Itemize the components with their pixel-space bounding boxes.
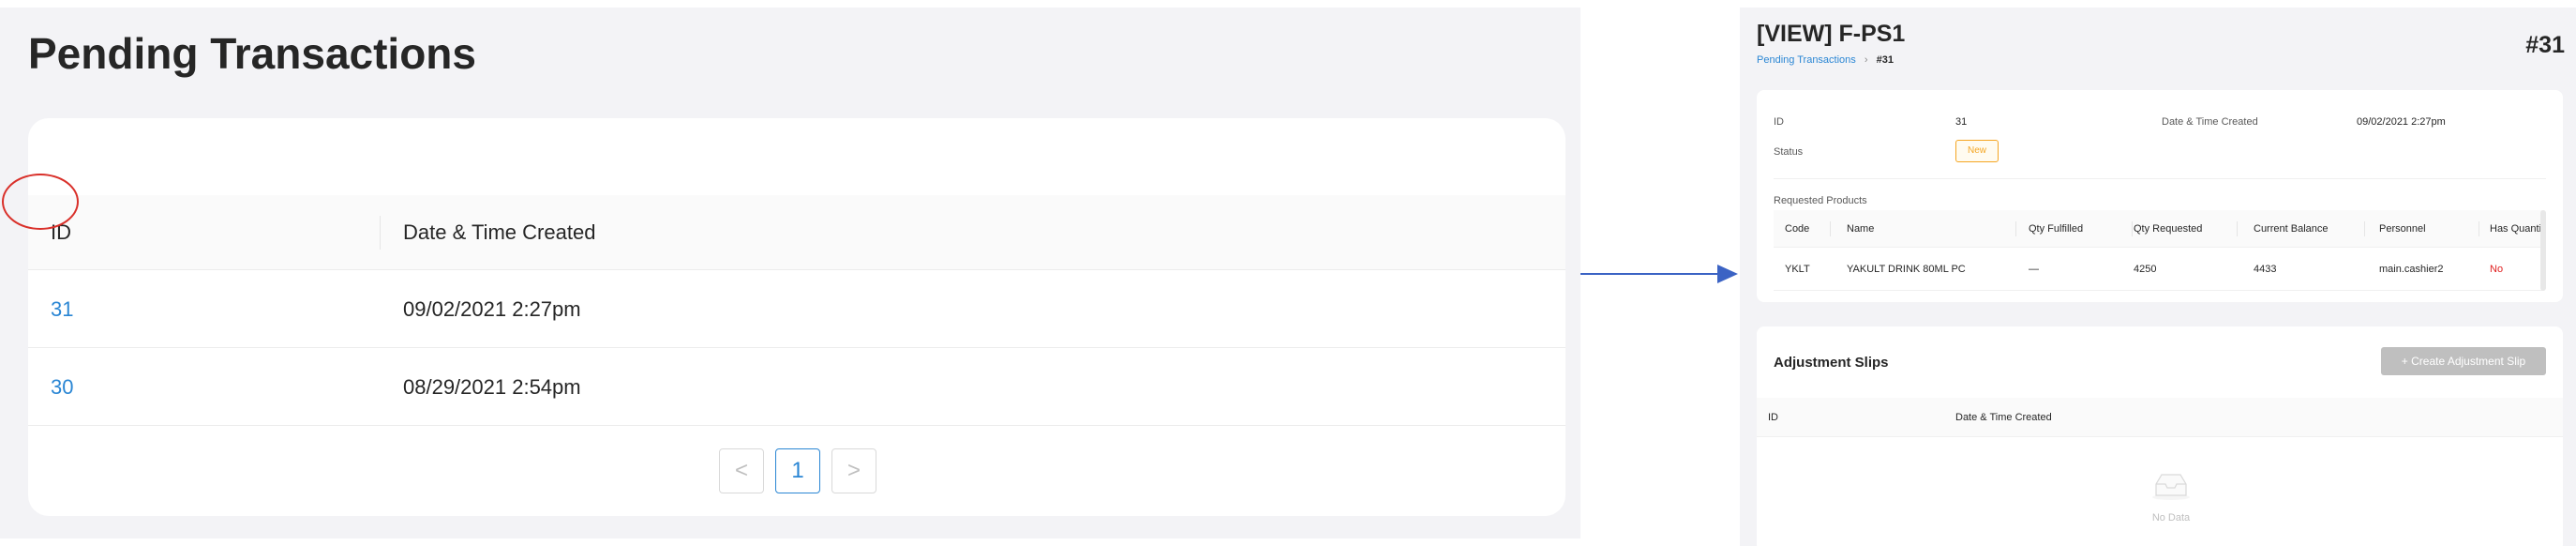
table-header: ID Date & Time Created — [28, 195, 1565, 270]
transaction-date: 08/29/2021 2:54pm — [403, 375, 581, 399]
empty-state-text: No Data — [2151, 512, 2191, 523]
transactions-table-card: ID Date & Time Created 31 09/02/2021 2:2… — [28, 118, 1565, 516]
table-header: Code Name Qty Fulfilled Qty Requested Cu… — [1774, 210, 2542, 248]
id-value: 31 — [1955, 116, 1968, 128]
status-label: Status — [1774, 146, 1804, 158]
breadcrumb-parent-link[interactable]: Pending Transactions — [1757, 54, 1856, 66]
pagination-next-button[interactable]: > — [831, 448, 876, 493]
personnel: main.cashier2 — [2379, 264, 2444, 275]
adjustment-slips-card: Adjustment Slips + Create Adjustment Sli… — [1757, 326, 2563, 546]
column-divider — [380, 216, 381, 250]
annotation-circle — [2, 174, 79, 230]
product-code: YKLT — [1785, 264, 1810, 275]
transaction-id-link[interactable]: 31 — [51, 271, 73, 348]
column-header-date[interactable]: Date & Time Created — [403, 195, 595, 270]
status-badge: New — [1955, 140, 1999, 162]
column-divider — [1830, 221, 1831, 236]
table-row[interactable]: 31 09/02/2021 2:27pm — [28, 271, 1565, 348]
transaction-date: 09/02/2021 2:27pm — [403, 297, 581, 321]
column-divider — [2132, 221, 2133, 236]
breadcrumb-current: #31 — [1876, 54, 1894, 66]
column-header-id[interactable]: ID — [1768, 398, 1778, 437]
current-balance: 4433 — [2254, 264, 2277, 275]
transition-arrow-icon — [1580, 265, 1738, 283]
pagination-prev-button[interactable]: < — [719, 448, 764, 493]
divider — [1774, 178, 2546, 179]
column-divider — [2015, 221, 2016, 236]
table-row[interactable]: 30 08/29/2021 2:54pm — [28, 349, 1565, 426]
column-header-qty-requested[interactable]: Qty Requested — [2134, 210, 2202, 248]
qty-fulfilled: — — [2029, 264, 2039, 275]
column-divider — [2364, 221, 2365, 236]
transaction-info-card: ID 31 Date & Time Created 09/02/2021 2:2… — [1757, 90, 2563, 302]
has-quantity: No — [2490, 264, 2504, 275]
table-header: ID Date & Time Created — [1757, 398, 2563, 437]
date-value: 09/02/2021 2:27pm — [2357, 116, 2446, 128]
table-scrollbar[interactable] — [2540, 210, 2546, 291]
column-divider — [2237, 221, 2238, 236]
transaction-detail-page: [VIEW] F-PS1 Pending Transactions › #31 … — [1740, 8, 2576, 546]
qty-requested: 4250 — [2134, 264, 2157, 275]
create-adjustment-slip-button[interactable]: + Create Adjustment Slip — [2381, 347, 2546, 375]
breadcrumb: Pending Transactions › #31 — [1757, 54, 1894, 66]
date-label: Date & Time Created — [2162, 116, 2258, 128]
column-header-has-quantity[interactable]: Has Quantity — [2490, 210, 2542, 248]
composite-screenshot: Pending Transactions ID Date & Time Crea… — [0, 0, 2576, 546]
pagination-page-1[interactable]: 1 — [775, 448, 820, 493]
detail-title: [VIEW] F-PS1 — [1757, 21, 1906, 47]
empty-inbox-icon — [2152, 474, 2190, 500]
page-title: Pending Transactions — [28, 29, 476, 78]
column-header-personnel[interactable]: Personnel — [2379, 210, 2426, 248]
column-header-name[interactable]: Name — [1847, 210, 1874, 248]
column-header-current-balance[interactable]: Current Balance — [2254, 210, 2329, 248]
column-header-code[interactable]: Code — [1785, 210, 1809, 248]
column-header-qty-fulfilled[interactable]: Qty Fulfilled — [2029, 210, 2083, 248]
requested-products-label: Requested Products — [1774, 195, 1867, 206]
id-label: ID — [1774, 116, 1784, 128]
transaction-number: #31 — [2525, 32, 2565, 58]
transaction-id-link[interactable]: 30 — [51, 349, 73, 426]
breadcrumb-separator-icon: › — [1864, 54, 1868, 66]
pending-transactions-page: Pending Transactions ID Date & Time Crea… — [0, 8, 1580, 538]
adjustment-slips-title: Adjustment Slips — [1774, 355, 1889, 371]
column-header-date[interactable]: Date & Time Created — [1955, 398, 2052, 437]
requested-products-table: Code Name Qty Fulfilled Qty Requested Cu… — [1774, 210, 2542, 291]
table-row: YKLT YAKULT DRINK 80ML PC — 4250 4433 ma… — [1774, 248, 2542, 291]
product-name: YAKULT DRINK 80ML PC — [1847, 264, 1966, 275]
